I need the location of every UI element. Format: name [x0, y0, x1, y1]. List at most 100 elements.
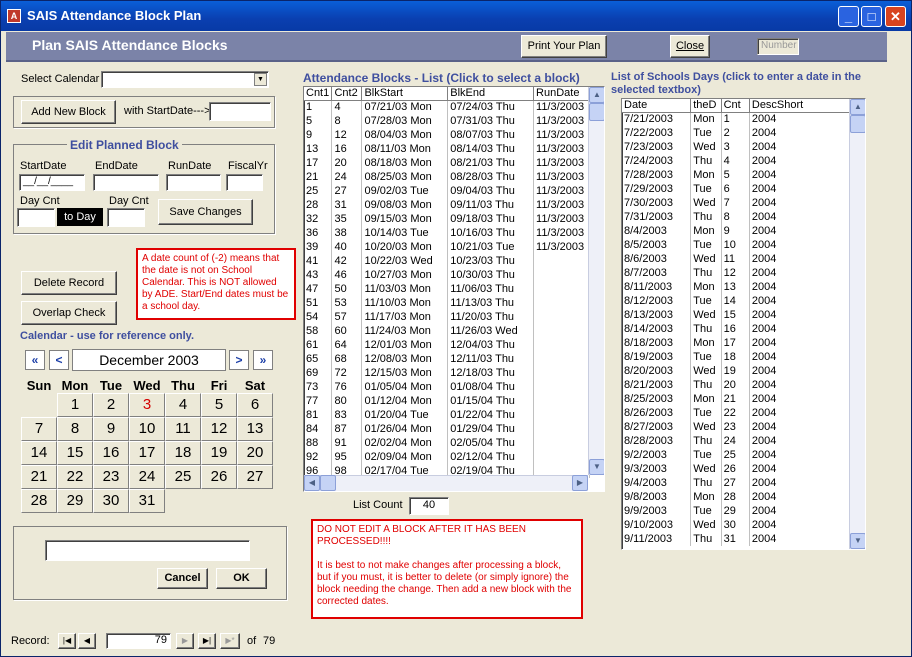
- table-row[interactable]: 69 72 12/15/03 Mon 12/18/03 Thu: [304, 366, 590, 380]
- current-record-input[interactable]: 79: [106, 633, 171, 649]
- list-item[interactable]: 9/2/2003 Tue 25 2004: [622, 448, 852, 462]
- list-item[interactable]: 8/4/2003 Mon 9 2004: [622, 224, 852, 238]
- cancel-button[interactable]: Cancel: [157, 568, 208, 589]
- fiscalyr-input[interactable]: [226, 174, 263, 191]
- number-field[interactable]: Number: [757, 38, 799, 55]
- table-row[interactable]: 84 87 01/26/04 Mon 01/29/04 Thu: [304, 422, 590, 436]
- calendar-day-cell[interactable]: 7: [21, 417, 57, 441]
- blocks-hscrollbar[interactable]: ◀ ▶: [304, 475, 588, 491]
- table-row[interactable]: 9 12 08/04/03 Mon 08/07/03 Thu 11/3/2003: [304, 128, 590, 142]
- calendar-day-cell[interactable]: 21: [21, 465, 57, 489]
- day-cnt-end-input[interactable]: [107, 208, 145, 227]
- minimize-button[interactable]: _: [838, 6, 859, 27]
- first-month-button[interactable]: «: [25, 350, 45, 370]
- list-item[interactable]: 8/6/2003 Wed 11 2004: [622, 252, 852, 266]
- days-vscrollbar[interactable]: ▲ ▼: [849, 99, 865, 549]
- table-row[interactable]: 39 40 10/20/03 Mon 10/21/03 Tue 11/3/2003: [304, 240, 590, 254]
- table-row[interactable]: 61 64 12/01/03 Mon 12/04/03 Thu: [304, 338, 590, 352]
- list-item[interactable]: 8/20/2003 Wed 19 2004: [622, 364, 852, 378]
- school-days-list[interactable]: Date theD Cnt DescShort 7/21/2003 Mon 1 2004 7/…: [621, 98, 866, 550]
- list-item[interactable]: 7/24/2003 Thu 4 2004: [622, 154, 852, 168]
- calendar-day-cell[interactable]: 18: [165, 441, 201, 465]
- day-cnt-start-input[interactable]: [17, 208, 55, 227]
- list-item[interactable]: 9/10/2003 Wed 30 2004: [622, 518, 852, 532]
- table-row[interactable]: 88 91 02/02/04 Mon 02/05/04 Thu: [304, 436, 590, 450]
- rundate-input[interactable]: [166, 174, 221, 191]
- calendar-day-cell[interactable]: 31: [129, 489, 165, 513]
- prev-month-button[interactable]: <: [49, 350, 69, 370]
- scroll-down-icon[interactable]: ▼: [589, 459, 604, 475]
- table-row[interactable]: 5 8 07/28/03 Mon 07/31/03 Thu 11/3/2003: [304, 114, 590, 128]
- scroll-left-icon[interactable]: ◀: [304, 475, 320, 491]
- blocks-vscrollbar[interactable]: ▲ ▼: [588, 87, 604, 475]
- table-row[interactable]: 32 35 09/15/03 Mon 09/18/03 Thu 11/3/2003: [304, 212, 590, 226]
- calendar-day-cell[interactable]: 23: [93, 465, 129, 489]
- calendar-day-cell[interactable]: 16: [93, 441, 129, 465]
- calendar-day-cell[interactable]: 13: [237, 417, 273, 441]
- close-form-button[interactable]: Close: [670, 35, 710, 58]
- list-item[interactable]: 7/22/2003 Tue 2 2004: [622, 126, 852, 140]
- list-item[interactable]: 8/19/2003 Tue 18 2004: [622, 350, 852, 364]
- calendar-day-cell[interactable]: 27: [237, 465, 273, 489]
- last-month-button[interactable]: »: [253, 350, 273, 370]
- print-plan-button[interactable]: Print Your Plan: [521, 35, 607, 58]
- hscroll-thumb[interactable]: [320, 475, 336, 491]
- list-item[interactable]: 7/21/2003 Mon 1 2004: [622, 112, 852, 126]
- chevron-down-icon[interactable]: ▼: [254, 73, 267, 86]
- table-row[interactable]: 73 76 01/05/04 Mon 01/08/04 Thu: [304, 380, 590, 394]
- table-row[interactable]: 41 42 10/22/03 Wed 10/23/03 Thu: [304, 254, 590, 268]
- scroll-up-icon[interactable]: ▲: [850, 99, 865, 115]
- calendar-day-cell[interactable]: 4: [165, 393, 201, 417]
- table-row[interactable]: 47 50 11/03/03 Mon 11/06/03 Thu: [304, 282, 590, 296]
- calendar-day-cell[interactable]: 3: [129, 393, 165, 417]
- table-row[interactable]: 1 4 07/21/03 Mon 07/24/03 Thu 11/3/2003: [304, 100, 590, 114]
- list-item[interactable]: 8/25/2003 Mon 21 2004: [622, 392, 852, 406]
- prev-record-button[interactable]: ◀: [78, 633, 96, 649]
- message-input[interactable]: [45, 540, 250, 561]
- list-item[interactable]: 9/3/2003 Wed 26 2004: [622, 462, 852, 476]
- table-row[interactable]: 65 68 12/08/03 Mon 12/11/03 Thu: [304, 352, 590, 366]
- last-record-button[interactable]: ▶|: [198, 633, 216, 649]
- list-item[interactable]: 7/30/2003 Wed 7 2004: [622, 196, 852, 210]
- list-item[interactable]: 8/5/2003 Tue 10 2004: [622, 238, 852, 252]
- calendar-day-cell[interactable]: 11: [165, 417, 201, 441]
- calendar-day-cell[interactable]: 24: [129, 465, 165, 489]
- overlap-check-button[interactable]: Overlap Check: [21, 301, 117, 325]
- calendar-day-cell[interactable]: 22: [57, 465, 93, 489]
- list-item[interactable]: 8/27/2003 Wed 23 2004: [622, 420, 852, 434]
- calendar-day-cell[interactable]: 5: [201, 393, 237, 417]
- table-row[interactable]: 51 53 11/10/03 Mon 11/13/03 Thu: [304, 296, 590, 310]
- list-item[interactable]: 7/31/2003 Thu 8 2004: [622, 210, 852, 224]
- next-month-button[interactable]: >: [229, 350, 249, 370]
- scroll-thumb[interactable]: [589, 103, 604, 121]
- calendar-day-cell[interactable]: 15: [57, 441, 93, 465]
- list-item[interactable]: 8/14/2003 Thu 16 2004: [622, 322, 852, 336]
- list-item[interactable]: 9/8/2003 Mon 28 2004: [622, 490, 852, 504]
- maximize-button[interactable]: □: [861, 6, 882, 27]
- save-changes-button[interactable]: Save Changes: [158, 199, 253, 225]
- table-row[interactable]: 81 83 01/20/04 Tue 01/22/04 Thu: [304, 408, 590, 422]
- list-item[interactable]: 8/21/2003 Thu 20 2004: [622, 378, 852, 392]
- blocks-list[interactable]: Cnt1 Cnt2 BlkStart BlkEnd RunDate 1 4 07/21/03…: [303, 86, 605, 492]
- table-row[interactable]: 17 20 08/18/03 Mon 08/21/03 Thu 11/3/2003: [304, 156, 590, 170]
- list-item[interactable]: 9/4/2003 Thu 27 2004: [622, 476, 852, 490]
- table-row[interactable]: 77 80 01/12/04 Mon 01/15/04 Thu: [304, 394, 590, 408]
- enddate-input[interactable]: [93, 174, 159, 191]
- scroll-up-icon[interactable]: ▲: [589, 87, 604, 103]
- startdate-input[interactable]: __/__/____: [19, 174, 85, 191]
- calendar-select[interactable]: ▼: [101, 71, 269, 88]
- scroll-down-icon[interactable]: ▼: [850, 533, 865, 549]
- table-row[interactable]: 54 57 11/17/03 Mon 11/20/03 Thu: [304, 310, 590, 324]
- list-item[interactable]: 8/18/2003 Mon 17 2004: [622, 336, 852, 350]
- list-item[interactable]: 8/11/2003 Mon 13 2004: [622, 280, 852, 294]
- table-row[interactable]: 13 16 08/11/03 Mon 08/14/03 Thu 11/3/2003: [304, 142, 590, 156]
- list-item[interactable]: 8/7/2003 Thu 12 2004: [622, 266, 852, 280]
- new-startdate-input[interactable]: [209, 102, 271, 121]
- list-item[interactable]: 7/23/2003 Wed 3 2004: [622, 140, 852, 154]
- close-window-button[interactable]: ✕: [885, 6, 906, 27]
- delete-record-button[interactable]: Delete Record: [21, 271, 117, 295]
- table-row[interactable]: 25 27 09/02/03 Tue 09/04/03 Thu 11/3/2003: [304, 184, 590, 198]
- list-item[interactable]: 8/12/2003 Tue 14 2004: [622, 294, 852, 308]
- calendar-day-cell[interactable]: 1: [57, 393, 93, 417]
- calendar-day-cell[interactable]: 26: [201, 465, 237, 489]
